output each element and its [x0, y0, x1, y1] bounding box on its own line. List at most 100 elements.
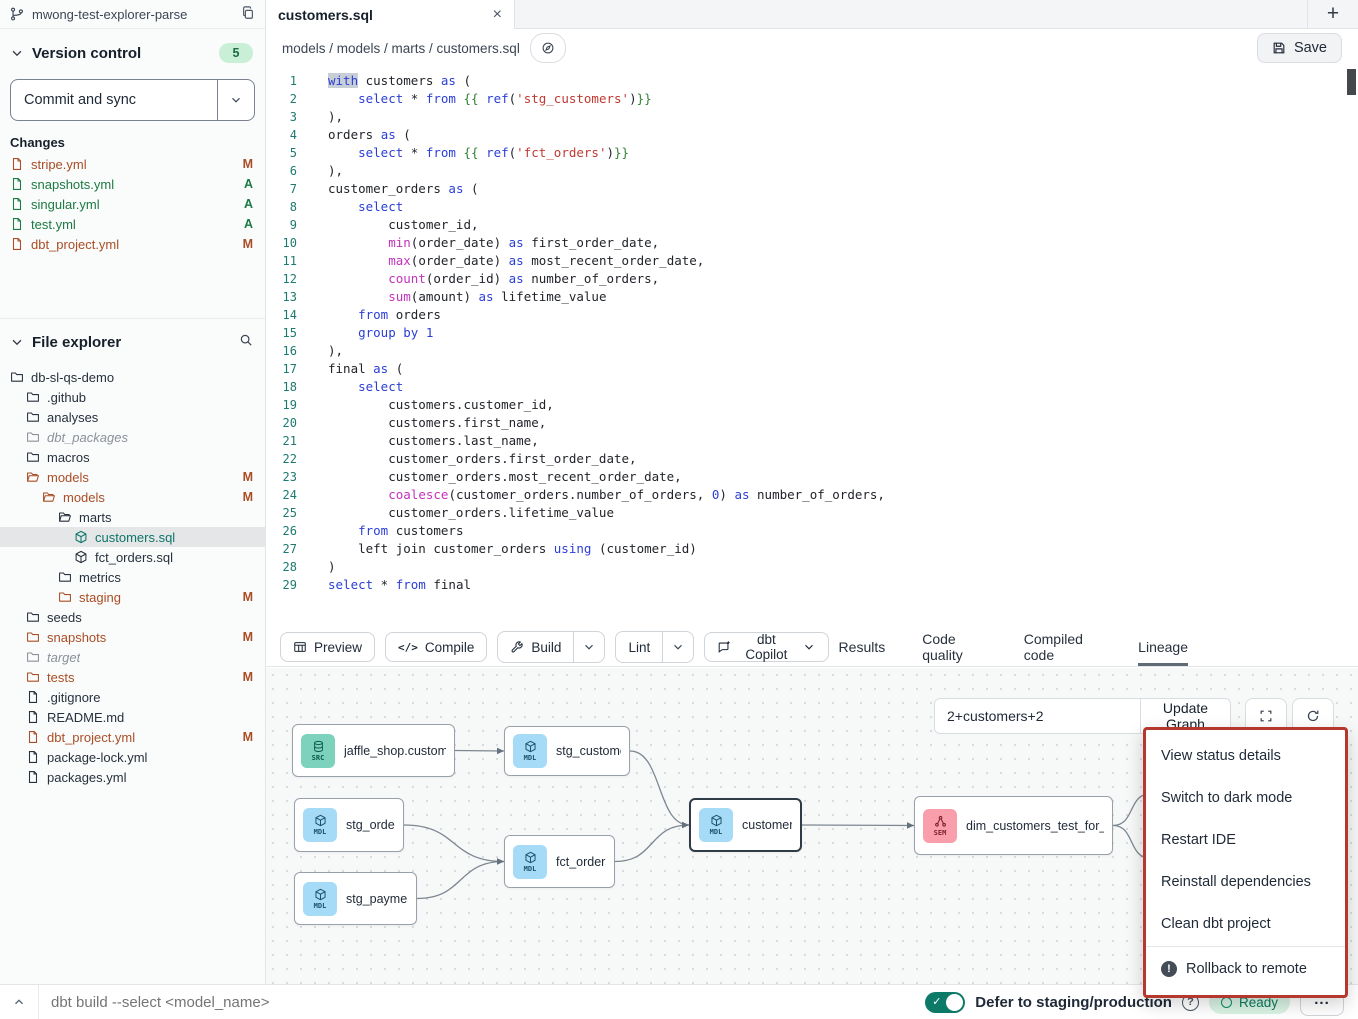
tree-item-package-lock.yml[interactable]: package-lock.yml	[0, 747, 265, 767]
menu-item-restart-ide[interactable]: Restart IDE	[1146, 819, 1345, 861]
commit-and-sync-button[interactable]: Commit and sync	[10, 79, 255, 121]
tree-item-db-sl-qs-demo[interactable]: db-sl-qs-demo	[0, 367, 265, 387]
branch-bar: mwong-test-explorer-parse	[0, 0, 265, 29]
minimap[interactable]: with customers as ( select * from {{ ref…	[1230, 71, 1340, 138]
chevron-down-icon	[10, 46, 24, 60]
file-icon	[10, 197, 24, 211]
check-icon: ✓	[932, 995, 941, 1009]
editor-scrollbar[interactable]	[1347, 69, 1356, 95]
tab-compiled-code[interactable]: Compiled code	[1024, 628, 1101, 666]
changed-file-test.yml[interactable]: test.ymlA	[0, 214, 265, 234]
chevron-down-icon	[582, 640, 596, 654]
file-icon	[26, 770, 40, 784]
menu-item-switch-to-dark-mode[interactable]: Switch to dark mode	[1146, 777, 1345, 819]
menu-item-view-status-details[interactable]: View status details	[1146, 735, 1345, 777]
tree-item-dbt_packages[interactable]: dbt_packages	[0, 427, 265, 447]
file-icon	[10, 217, 24, 231]
file-icon	[10, 157, 24, 171]
compile-label: Compile	[425, 640, 475, 655]
lineage-node-jaffle_shop.customers[interactable]: SRCjaffle_shop.customers	[292, 724, 455, 777]
chevron-down-icon	[10, 335, 24, 349]
lineage-node-customers[interactable]: MDLcustomers	[689, 798, 802, 852]
commit-and-sync-label: Commit and sync	[11, 80, 217, 120]
tab-code-quality[interactable]: Code quality	[922, 628, 987, 666]
folder-icon	[26, 610, 40, 624]
tree-item-tests[interactable]: testsM	[0, 667, 265, 687]
tree-item-snapshots[interactable]: snapshotsM	[0, 627, 265, 647]
menu-item-reinstall-dependencies[interactable]: Reinstall dependencies	[1146, 861, 1345, 903]
file-search-button[interactable]	[239, 333, 253, 351]
tree-item-dbt_project.yml[interactable]: dbt_project.ymlM	[0, 727, 265, 747]
open-in-explorer-button[interactable]	[530, 33, 566, 63]
build-options-button[interactable]	[573, 632, 604, 662]
model-badge-icon: MDL	[699, 808, 733, 842]
menu-item-clean-dbt-project[interactable]: Clean dbt project	[1146, 903, 1345, 945]
tree-item-README.md[interactable]: README.md	[0, 707, 265, 727]
command-input[interactable]	[39, 993, 925, 1012]
db-badge-icon: SRC	[301, 734, 335, 768]
file-tree: db-sl-qs-demo.githubanalysesdbt_packages…	[0, 367, 265, 787]
preview-label: Preview	[314, 640, 362, 655]
changed-file-singular.yml[interactable]: singular.ymlA	[0, 194, 265, 214]
changed-file-stripe.yml[interactable]: stripe.ymlM	[0, 154, 265, 174]
tree-item-customers.sql[interactable]: customers.sql	[0, 527, 265, 547]
sem-badge-icon: SEM	[923, 809, 957, 843]
commit-options-button[interactable]	[217, 80, 254, 120]
editor-toolbar: Preview </> Compile Build Lint	[266, 628, 1358, 667]
build-label: Build	[531, 640, 561, 655]
file-icon	[10, 237, 24, 251]
file-explorer-header[interactable]: File explorer	[0, 319, 265, 351]
changed-file-dbt_project.yml[interactable]: dbt_project.ymlM	[0, 234, 265, 254]
tree-item-staging[interactable]: stagingM	[0, 587, 265, 607]
compile-button[interactable]: </> Compile	[385, 632, 487, 662]
lineage-node-stg_payments[interactable]: MDLstg_payments	[294, 872, 417, 925]
close-tab-icon[interactable]: ×	[493, 7, 502, 23]
tree-item-analyses[interactable]: analyses	[0, 407, 265, 427]
defer-toggle[interactable]: ✓	[925, 992, 965, 1013]
tab-bar-fill	[515, 0, 1307, 28]
lint-button[interactable]: Lint	[616, 632, 662, 662]
version-control-header[interactable]: Version control 5	[0, 29, 265, 63]
expand-command-bar-button[interactable]	[0, 985, 38, 1019]
folder-icon	[26, 670, 40, 684]
menu-item-rollback-to-remote[interactable]: ! Rollback to remote	[1146, 948, 1345, 990]
tree-item-models[interactable]: modelsM	[0, 487, 265, 507]
preview-button[interactable]: Preview	[280, 632, 375, 662]
lineage-filter-input[interactable]	[935, 699, 1140, 733]
sidebar: mwong-test-explorer-parse Version contro…	[0, 0, 266, 985]
branch-name: mwong-test-explorer-parse	[32, 7, 187, 22]
tree-item-.github[interactable]: .github	[0, 387, 265, 407]
tab-results[interactable]: Results	[839, 628, 886, 666]
tree-item-models[interactable]: modelsM	[0, 467, 265, 487]
model-badge-icon: MDL	[303, 808, 337, 842]
tree-item-fct_orders.sql[interactable]: fct_orders.sql	[0, 547, 265, 567]
tree-item-target[interactable]: target	[0, 647, 265, 667]
tree-item-metrics[interactable]: metrics	[0, 567, 265, 587]
model-badge-icon: MDL	[513, 845, 547, 879]
folder-icon	[26, 430, 40, 444]
lineage-node-fct_orders[interactable]: MDLfct_orders	[504, 835, 615, 888]
tree-item-seeds[interactable]: seeds	[0, 607, 265, 627]
tab-lineage[interactable]: Lineage	[1138, 628, 1188, 666]
lineage-node-stg_customers[interactable]: MDLstg_customers	[504, 726, 630, 776]
node-label: stg_payments	[346, 892, 408, 906]
lineage-node-dim_customers_test_for_parse[interactable]: SEMdim_customers_test_for_parse	[914, 796, 1113, 855]
tab-customers-sql[interactable]: customers.sql ×	[266, 0, 515, 29]
lineage-node-stg_orders[interactable]: MDLstg_orders	[294, 798, 404, 852]
tree-item-packages.yml[interactable]: packages.yml	[0, 767, 265, 787]
dbt-copilot-button[interactable]: dbt Copilot	[704, 632, 828, 662]
lint-options-button[interactable]	[662, 632, 693, 662]
build-button[interactable]: Build	[498, 632, 573, 662]
save-button[interactable]: Save	[1257, 33, 1342, 63]
save-icon	[1272, 41, 1286, 55]
tree-item-marts[interactable]: marts	[0, 507, 265, 527]
tree-item-.gitignore[interactable]: .gitignore	[0, 687, 265, 707]
changed-file-snapshots.yml[interactable]: snapshots.ymlA	[0, 174, 265, 194]
chevron-down-icon	[802, 640, 816, 654]
tree-item-macros[interactable]: macros	[0, 447, 265, 467]
new-tab-button[interactable]: +	[1307, 0, 1358, 28]
copilot-label: dbt Copilot	[738, 632, 794, 662]
code-editor[interactable]: 1with customers as (2 select * from {{ r…	[266, 67, 1358, 628]
changes-count-badge: 5	[219, 43, 253, 63]
copy-branch-button[interactable]	[241, 6, 255, 23]
